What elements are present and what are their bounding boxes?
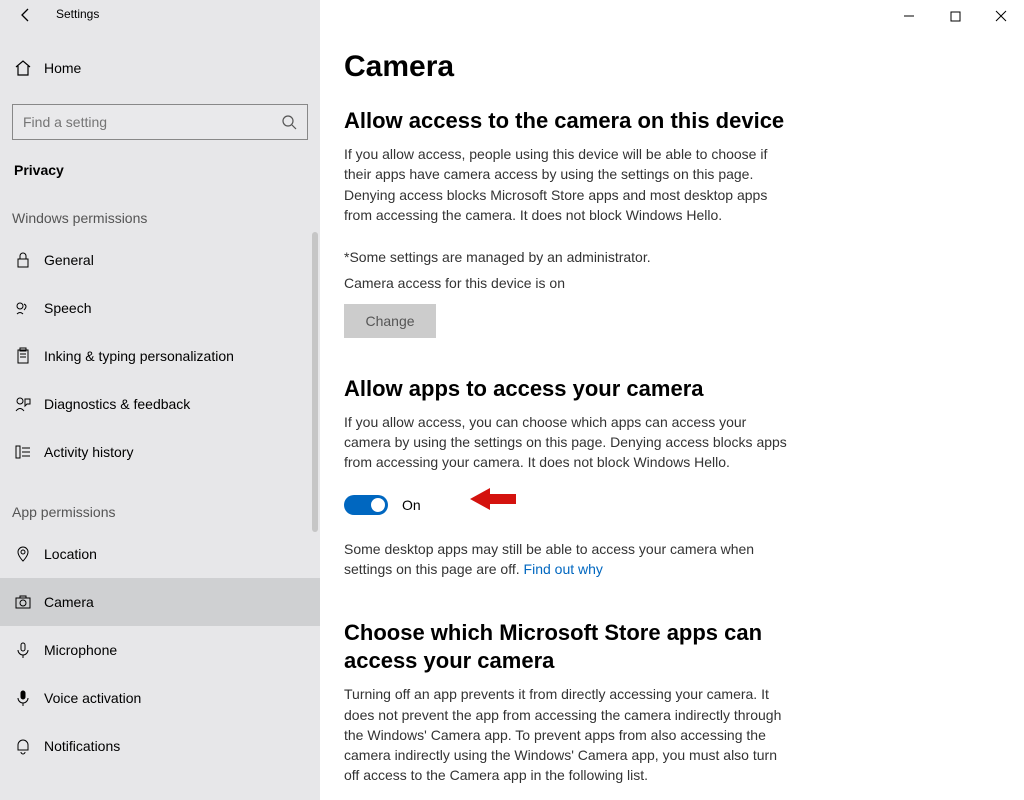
sidebar-item-label: Camera	[44, 594, 94, 610]
bell-icon	[14, 737, 44, 755]
apps-access-toggle[interactable]	[344, 495, 388, 515]
apps-access-toggle-label: On	[402, 497, 421, 513]
sidebar-item-general[interactable]: General	[0, 236, 320, 284]
close-button[interactable]	[978, 0, 1024, 32]
sidebar-group-app: App permissions	[0, 476, 320, 530]
sidebar-item-microphone[interactable]: Microphone	[0, 626, 320, 674]
window-title: Settings	[56, 7, 99, 21]
sidebar-item-location[interactable]: Location	[0, 530, 320, 578]
sidebar-item-inking[interactable]: Inking & typing personalization	[0, 332, 320, 380]
sidebar-item-label: Diagnostics & feedback	[44, 396, 190, 412]
section1-heading: Allow access to the camera on this devic…	[344, 108, 994, 134]
sidebar-item-label: Notifications	[44, 738, 120, 754]
section3-heading: Choose which Microsoft Store apps can ac…	[344, 619, 784, 674]
sidebar-item-speech[interactable]: Speech	[0, 284, 320, 332]
section2-heading: Allow apps to access your camera	[344, 376, 994, 402]
microphone-icon	[14, 641, 44, 659]
feedback-icon	[14, 395, 44, 413]
back-icon[interactable]	[18, 7, 34, 23]
sidebar-home-label: Home	[44, 60, 81, 76]
sidebar: Home Privacy Windows permissions General…	[0, 32, 320, 800]
sidebar-home[interactable]: Home	[0, 48, 320, 88]
voice-icon	[14, 689, 44, 707]
sidebar-group-windows: Windows permissions	[0, 182, 320, 236]
sidebar-category: Privacy	[0, 140, 320, 182]
sidebar-item-label: General	[44, 252, 94, 268]
search-icon	[281, 114, 297, 130]
sidebar-item-notifications[interactable]: Notifications	[0, 722, 320, 770]
sidebar-item-label: Location	[44, 546, 97, 562]
sidebar-item-label: Speech	[44, 300, 91, 316]
lock-icon	[14, 251, 44, 269]
history-icon	[14, 443, 44, 461]
find-out-why-link[interactable]: Find out why	[524, 561, 603, 577]
sidebar-item-diagnostics[interactable]: Diagnostics & feedback	[0, 380, 320, 428]
minimize-button[interactable]	[886, 0, 932, 32]
change-button[interactable]: Change	[344, 304, 436, 338]
section1-body: If you allow access, people using this d…	[344, 144, 794, 225]
page-title: Camera	[344, 50, 994, 84]
device-camera-status: Camera access for this device is on	[344, 273, 794, 293]
camera-icon	[14, 593, 44, 611]
callout-arrow-icon	[470, 486, 516, 512]
speech-icon	[14, 299, 44, 317]
sidebar-item-label: Voice activation	[44, 690, 141, 706]
content-pane: Camera Allow access to the camera on thi…	[320, 32, 1024, 800]
sidebar-item-voice[interactable]: Voice activation	[0, 674, 320, 722]
desktop-apps-note: Some desktop apps may still be able to a…	[344, 539, 794, 580]
section3-body: Turning off an app prevents it from dire…	[344, 684, 794, 785]
sidebar-item-label: Inking & typing personalization	[44, 348, 234, 364]
sidebar-item-label: Activity history	[44, 444, 133, 460]
sidebar-item-activity[interactable]: Activity history	[0, 428, 320, 476]
sidebar-item-camera[interactable]: Camera	[0, 578, 320, 626]
search-input[interactable]	[23, 114, 281, 130]
sidebar-item-label: Microphone	[44, 642, 117, 658]
home-icon	[14, 59, 44, 77]
location-icon	[14, 545, 44, 563]
titlebar: Settings	[0, 0, 1024, 32]
search-box[interactable]	[12, 104, 308, 140]
section2-body: If you allow access, you can choose whic…	[344, 412, 794, 473]
clipboard-icon	[14, 347, 44, 365]
sidebar-scrollbar[interactable]	[312, 232, 318, 532]
maximize-button[interactable]	[932, 0, 978, 32]
admin-warning: *Some settings are managed by an adminis…	[344, 247, 794, 267]
